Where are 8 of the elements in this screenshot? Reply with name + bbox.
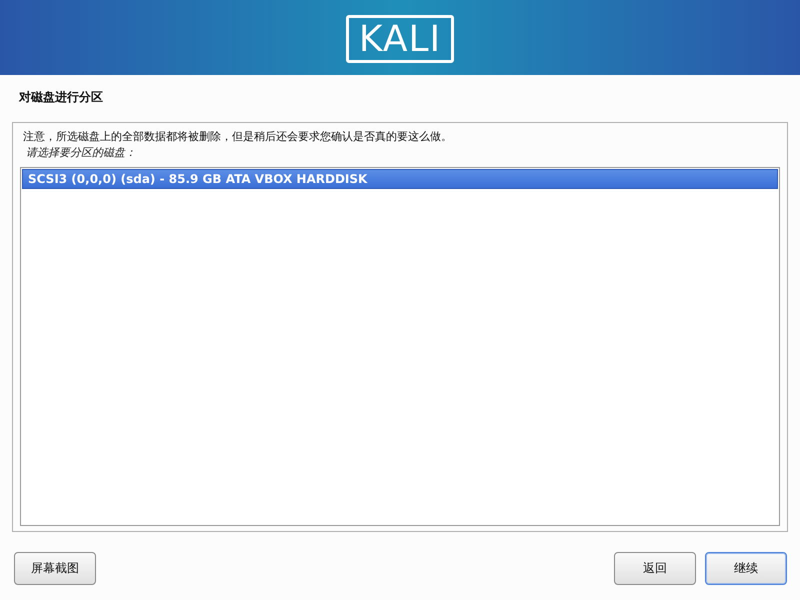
continue-button[interactable]: 继续 [705,552,787,585]
back-button[interactable]: 返回 [614,552,696,585]
warning-text: 注意，所选磁盘上的全部数据都将被删除，但是稍后还会要求您确认是否真的要这么做。 [23,129,453,145]
disk-item[interactable]: SCSI3 (0,0,0) (sda) - 85.9 GB ATA VBOX HARDDISK [22,169,778,189]
screenshot-button[interactable]: 屏幕截图 [14,552,96,585]
page-title: 对磁盘进行分区 [19,89,104,106]
prompt-text: 请选择要分区的磁盘： [26,145,137,161]
logo: KALI [346,14,454,62]
